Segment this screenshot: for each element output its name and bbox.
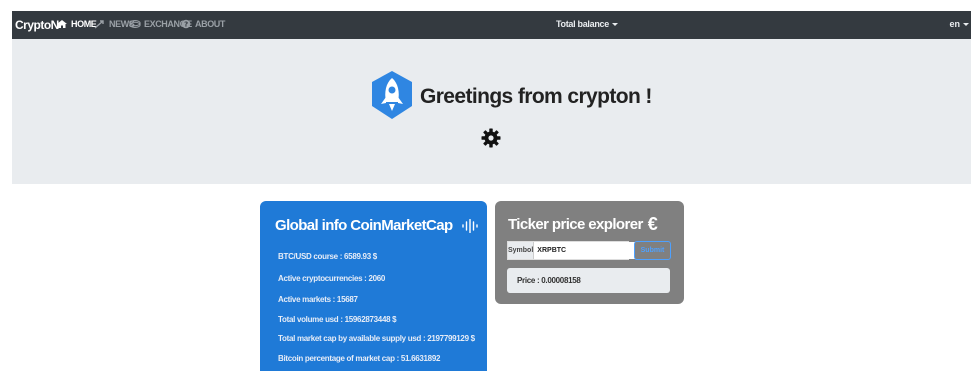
ticker-card: Ticker price explorer€ Symbol Submit Pri… bbox=[495, 201, 684, 304]
total-volume-usd: Total volume usd : 15962873448 $ bbox=[278, 315, 397, 324]
nav-about[interactable]: ? ABOUT bbox=[180, 19, 225, 29]
global-info-title-text: Global info CoinMarketCap bbox=[275, 217, 453, 234]
active-markets: Active markets : 15687 bbox=[278, 295, 358, 304]
global-info-title: Global info CoinMarketCap bbox=[275, 217, 478, 234]
chevron-down-icon bbox=[611, 23, 618, 27]
total-balance-dropdown[interactable]: Total balance bbox=[556, 19, 618, 29]
submit-button[interactable]: Submit bbox=[634, 241, 671, 260]
home-icon bbox=[57, 20, 67, 28]
chevron-down-icon bbox=[963, 23, 969, 27]
bitcoin-percentage: Bitcoin percentage of market cap : 51.66… bbox=[278, 354, 441, 363]
symbol-label: Symbol bbox=[508, 242, 535, 259]
btc-usd-course: BTC/USD course : 6589.93 $ bbox=[278, 252, 377, 261]
nav-about-label: ABOUT bbox=[195, 19, 225, 29]
active-cryptocurrencies: Active cryptocurrencies : 2060 bbox=[278, 274, 386, 283]
ticker-title: Ticker price explorer € bbox=[508, 214, 658, 235]
rocket-shield-icon bbox=[372, 71, 412, 119]
svg-text:?: ? bbox=[184, 21, 188, 29]
news-icon bbox=[94, 20, 104, 29]
gear-icon[interactable] bbox=[481, 128, 501, 148]
navbar: CryptoN HOME NEWS EXCHANGE ? ABOUT Total… bbox=[12, 11, 971, 39]
greeting-heading: Greetings from crypton ! bbox=[420, 85, 652, 108]
about-icon: ? bbox=[181, 19, 191, 29]
language-dropdown[interactable]: en bbox=[949, 19, 969, 29]
total-balance-label: Total balance bbox=[556, 19, 609, 29]
price-result: Price : 0.00008158 bbox=[517, 276, 581, 285]
language-label: en bbox=[949, 19, 960, 29]
exchange-icon bbox=[129, 20, 141, 28]
symbol-input-group: Symbol bbox=[507, 241, 636, 260]
nav-home-label: HOME bbox=[71, 19, 97, 29]
symbol-input[interactable] bbox=[534, 242, 636, 259]
ticker-title-text: Ticker price explorer bbox=[508, 216, 643, 233]
euro-icon: € bbox=[647, 214, 658, 234]
global-info-card: Global info CoinMarketCap BTC/USD course… bbox=[260, 201, 487, 371]
total-market-cap: Total market cap by available supply usd… bbox=[278, 334, 475, 343]
pulse-icon bbox=[462, 219, 478, 234]
hero-jumbotron: Greetings from crypton ! bbox=[12, 39, 971, 184]
brand-logo[interactable]: CryptoN bbox=[15, 18, 59, 32]
nav-home[interactable]: HOME bbox=[56, 19, 97, 29]
price-result-box: Price : 0.00008158 bbox=[507, 268, 670, 293]
